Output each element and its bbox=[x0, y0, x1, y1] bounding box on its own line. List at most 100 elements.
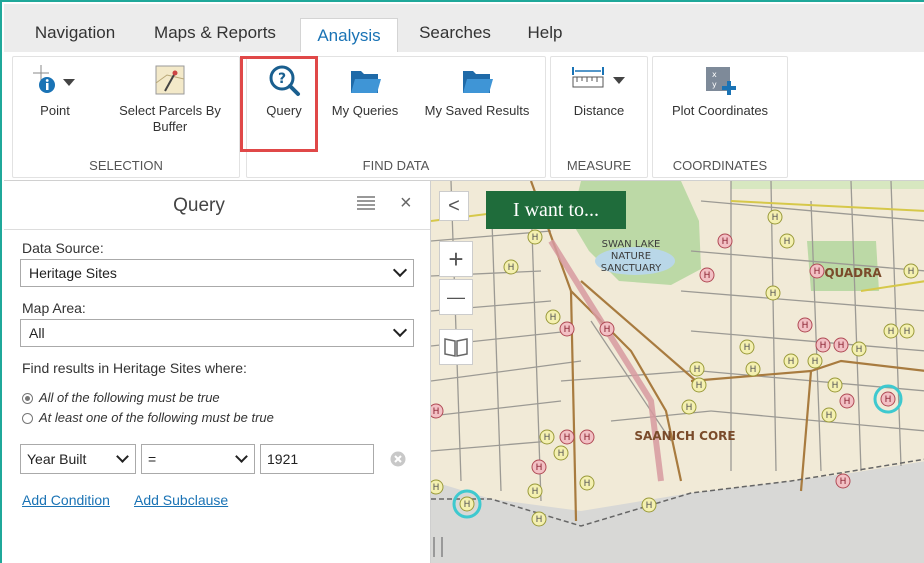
heritage-marker-icon: H bbox=[833, 337, 849, 353]
selection-group-label: SELECTION bbox=[89, 158, 163, 173]
coordinates-group: x y Plot Coordinates COORDINATES bbox=[652, 56, 788, 178]
parcel-buffer-icon bbox=[155, 65, 185, 95]
radio-selected-icon bbox=[22, 393, 33, 404]
heritage-marker-icon: H bbox=[559, 429, 575, 445]
close-icon[interactable]: × bbox=[400, 192, 412, 215]
heritage-marker-icon: H bbox=[779, 233, 795, 249]
tab-analysis[interactable]: Analysis bbox=[300, 18, 398, 54]
condition-value-input[interactable]: 1921 bbox=[260, 444, 374, 474]
app-window: Navigation Maps & Reports Analysis Searc… bbox=[0, 0, 924, 563]
heritage-marker-icon: H bbox=[765, 285, 781, 301]
add-subclause-link[interactable]: Add Subclause bbox=[134, 492, 228, 508]
heritage-marker-icon: H bbox=[839, 393, 855, 409]
heritage-marker-icon: H bbox=[809, 263, 825, 279]
query-button-highlight bbox=[240, 56, 318, 152]
svg-text:H: H bbox=[750, 365, 757, 375]
condition-field-select[interactable]: Year Built bbox=[20, 444, 136, 474]
radio-any-condition[interactable]: At least one of the following must be tr… bbox=[22, 410, 274, 425]
heritage-marker-icon: H bbox=[681, 399, 697, 415]
heritage-marker-icon: H bbox=[745, 361, 761, 377]
my-queries-button[interactable]: My Queries bbox=[325, 63, 405, 119]
heritage-marker-icon: H bbox=[699, 267, 715, 283]
tab-maps-reports[interactable]: Maps & Reports bbox=[140, 14, 290, 52]
saanich-core-label: SAANICH CORE bbox=[634, 429, 735, 443]
svg-text:H: H bbox=[564, 433, 571, 443]
svg-text:H: H bbox=[508, 263, 515, 273]
chevron-down-icon bbox=[392, 262, 408, 278]
heritage-marker-icon: H bbox=[883, 323, 899, 339]
svg-text:H: H bbox=[604, 325, 611, 335]
point-label: Point bbox=[40, 103, 70, 118]
heritage-marker-icon: H bbox=[767, 209, 783, 225]
svg-text:H: H bbox=[433, 407, 440, 417]
my-saved-results-label: My Saved Results bbox=[424, 103, 530, 118]
heritage-marker-icon: H bbox=[531, 459, 547, 475]
svg-text:H: H bbox=[536, 515, 543, 525]
panel-resize-handle[interactable] bbox=[433, 537, 443, 557]
select-parcels-label-line2: Buffer bbox=[152, 119, 188, 134]
hamburger-menu-icon[interactable] bbox=[356, 195, 376, 211]
heritage-marker-icon: H bbox=[431, 403, 444, 419]
measure-group: Distance MEASURE bbox=[550, 56, 648, 178]
tab-navigation[interactable]: Navigation bbox=[20, 14, 130, 52]
ribbon-tab-bar: Navigation Maps & Reports Analysis Searc… bbox=[4, 4, 924, 54]
svg-text:H: H bbox=[885, 395, 892, 405]
my-queries-label: My Queries bbox=[331, 103, 399, 118]
remove-condition-icon[interactable] bbox=[390, 451, 406, 467]
point-button[interactable]: Point bbox=[19, 63, 91, 119]
svg-text:H: H bbox=[433, 483, 440, 493]
heritage-marker-icon: H bbox=[689, 361, 705, 377]
radio-all-conditions[interactable]: All of the following must be true bbox=[22, 390, 220, 405]
data-source-value: Heritage Sites bbox=[29, 265, 117, 281]
swan-lake-label-1: SWAN LAKE bbox=[602, 239, 661, 250]
svg-text:H: H bbox=[770, 289, 777, 299]
heritage-marker-icon: H bbox=[503, 259, 519, 275]
map-area-select[interactable]: All bbox=[20, 319, 414, 347]
my-saved-results-button[interactable]: My Saved Results bbox=[415, 63, 539, 119]
add-condition-link[interactable]: Add Condition bbox=[22, 492, 110, 508]
tab-searches[interactable]: Searches bbox=[408, 14, 502, 52]
svg-text:H: H bbox=[802, 321, 809, 331]
heritage-marker-icon: H bbox=[599, 321, 615, 337]
svg-text:x: x bbox=[712, 70, 717, 79]
map-view[interactable]: H H H H H H H H H H H H H H H H H H H H bbox=[431, 181, 924, 563]
radio-any-label: At least one of the following must be tr… bbox=[39, 410, 274, 425]
zoom-in-button[interactable]: + bbox=[439, 241, 473, 277]
heritage-marker-icon: H bbox=[821, 407, 837, 423]
plot-coordinates-button[interactable]: x y Plot Coordinates bbox=[657, 63, 783, 119]
heritage-marker-icon: H bbox=[431, 479, 444, 495]
svg-text:H: H bbox=[856, 345, 863, 355]
svg-text:H: H bbox=[826, 411, 833, 421]
svg-text:H: H bbox=[784, 237, 791, 247]
heritage-marker-icon: H bbox=[717, 233, 733, 249]
heritage-marker-icon: H bbox=[531, 511, 547, 527]
zoom-out-button[interactable]: — bbox=[439, 279, 473, 315]
select-parcels-by-buffer-button[interactable]: Select Parcels By Buffer bbox=[105, 63, 235, 135]
swan-lake-label-2: NATURE bbox=[611, 251, 651, 262]
condition-operator-select[interactable]: = bbox=[141, 444, 255, 474]
heritage-marker-icon: H bbox=[553, 445, 569, 461]
point-info-icon bbox=[33, 65, 75, 93]
swan-lake-label-3: SANCTUARY bbox=[601, 263, 662, 274]
folder-icon bbox=[463, 71, 493, 93]
data-source-select[interactable]: Heritage Sites bbox=[20, 259, 414, 287]
tab-help[interactable]: Help bbox=[512, 14, 578, 52]
collapse-panel-button[interactable]: < bbox=[439, 191, 469, 221]
street-map[interactable]: H H H H H H H H H H H H H H H H H H H H bbox=[431, 181, 924, 563]
map-area-value: All bbox=[29, 325, 45, 341]
heritage-marker-icon: H bbox=[641, 497, 657, 513]
svg-text:y: y bbox=[712, 80, 717, 89]
i-want-to-button[interactable]: I want to... bbox=[486, 191, 626, 229]
heritage-marker-icon: H bbox=[851, 341, 867, 357]
heritage-marker-icon: H bbox=[899, 323, 915, 339]
bookmark-book-button[interactable] bbox=[439, 329, 473, 365]
chevron-down-icon bbox=[392, 322, 408, 338]
distance-button[interactable]: Distance bbox=[555, 63, 643, 119]
svg-text:H: H bbox=[888, 327, 895, 337]
coordinates-group-label: COORDINATES bbox=[672, 158, 768, 173]
heritage-marker-icon: H bbox=[527, 483, 543, 499]
svg-text:H: H bbox=[812, 357, 819, 367]
svg-text:H: H bbox=[704, 271, 711, 281]
heritage-marker-icon: H bbox=[579, 429, 595, 445]
svg-text:H: H bbox=[550, 313, 557, 323]
